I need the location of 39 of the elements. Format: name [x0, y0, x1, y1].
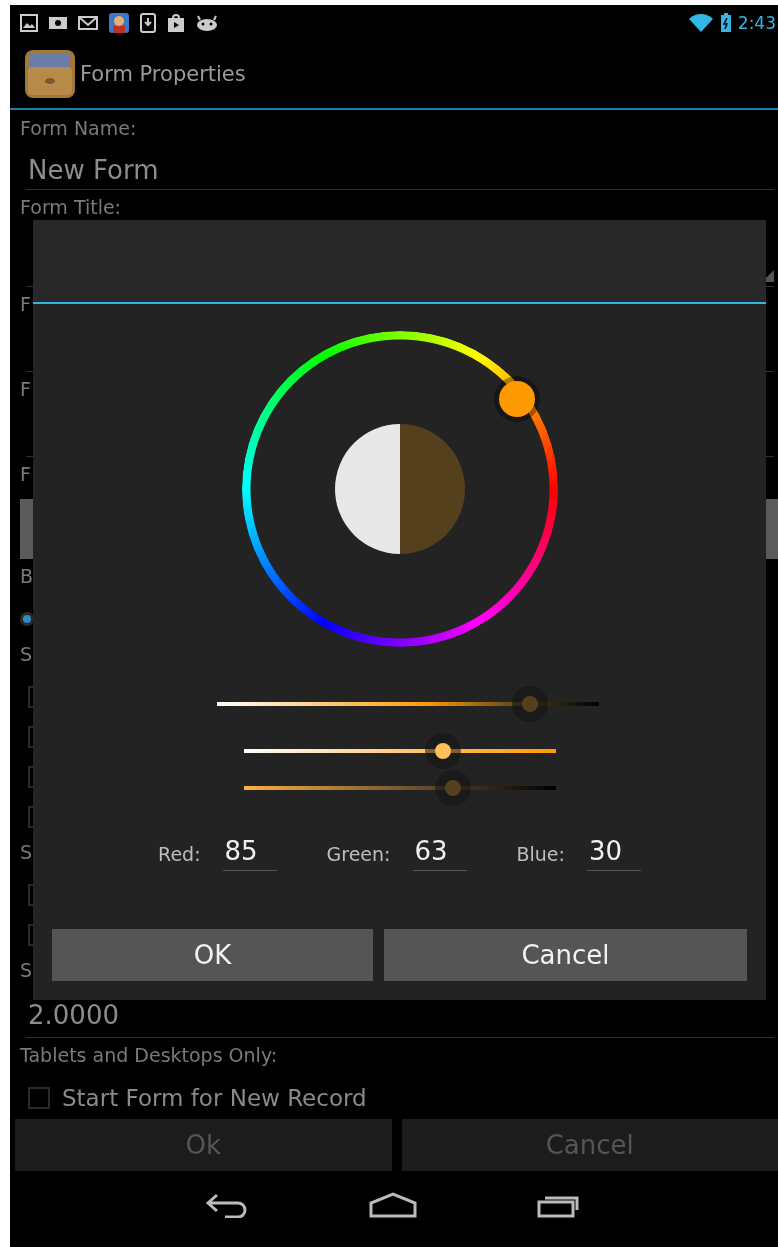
checkbox[interactable]	[28, 1087, 50, 1109]
slider-thumb[interactable]	[444, 780, 461, 796]
field-label: B	[20, 564, 34, 589]
field-label: S	[20, 642, 33, 667]
text-field[interactable]: New Form	[26, 151, 774, 190]
field-label: F	[20, 292, 31, 317]
battery-icon	[719, 12, 732, 33]
dialog-button[interactable]: Cancel	[384, 929, 747, 981]
channel-label: Red:	[158, 842, 201, 865]
download-icon	[140, 12, 156, 33]
picture-icon	[20, 13, 38, 32]
radio-button[interactable]	[20, 612, 34, 626]
field-label: Tablets and Desktops Only:	[20, 1043, 278, 1068]
field-label: S	[20, 840, 33, 865]
app-title: Form Properties	[80, 62, 246, 86]
channel-label: Blue:	[516, 842, 565, 865]
channel-input[interactable]: 63	[412, 836, 467, 871]
field-label: S	[20, 958, 33, 983]
shopping-bag-icon	[166, 12, 186, 33]
clock-time: 2:43	[737, 12, 776, 33]
channel-input[interactable]: 85	[222, 836, 277, 871]
field-label: F	[20, 377, 31, 402]
envelope-icon	[48, 14, 68, 31]
slider-thumb[interactable]	[435, 743, 452, 759]
field-label: F	[20, 462, 31, 487]
channel-label: Green:	[326, 842, 391, 865]
slider-thumb[interactable]	[521, 696, 538, 712]
robot-icon	[196, 14, 218, 31]
home-icon[interactable]	[369, 1192, 417, 1218]
dialog-button[interactable]: OK	[52, 929, 373, 981]
checkbox-label: Start Form for New Record	[62, 1085, 367, 1111]
field-label: Form Name:	[20, 116, 137, 141]
back-icon[interactable]	[205, 1192, 249, 1218]
wifi-icon	[687, 12, 714, 33]
mail-icon	[78, 14, 98, 31]
app-icon	[108, 11, 130, 34]
drawer-icon	[24, 49, 76, 99]
channel-input[interactable]: 30	[586, 836, 641, 871]
field-label: Form Title:	[20, 195, 122, 220]
